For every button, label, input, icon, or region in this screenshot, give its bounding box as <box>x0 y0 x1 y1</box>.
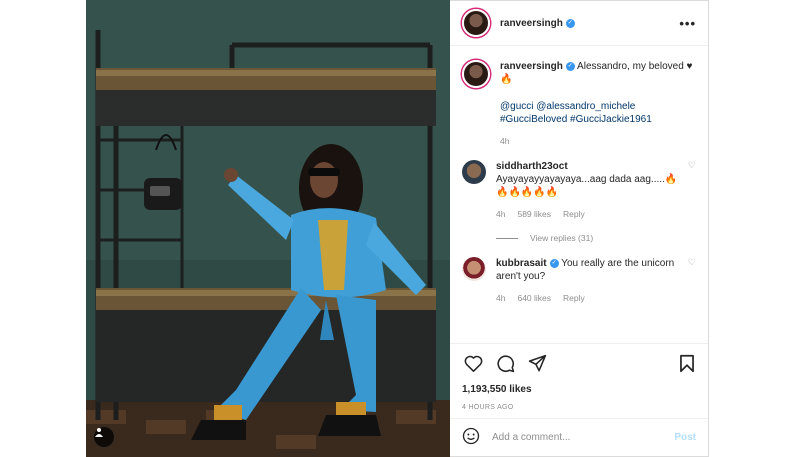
post-timestamp: 4 HOURS AGO <box>462 404 514 411</box>
comment-item: siddharth23oct Ayayayayyayayaya...aag da… <box>462 160 696 219</box>
verified-badge-icon: ✓ <box>565 61 575 71</box>
comment-like-count[interactable]: 640 likes <box>517 293 551 303</box>
comment-reply-button[interactable]: Reply <box>563 293 585 303</box>
commenter-username[interactable]: kubbrasait <box>496 258 547 269</box>
verified-badge-icon: ✓ <box>549 258 559 268</box>
bookmark-icon[interactable] <box>676 352 698 374</box>
author-avatar[interactable] <box>462 9 490 37</box>
caption-timestamp: 4h <box>500 136 510 146</box>
comment-item: kubbrasait ✓ You really are the unicorn a… <box>462 257 696 303</box>
comment-like-count[interactable]: 589 likes <box>517 209 551 219</box>
comment-message: Ayayayayyayayaya...aag dada aag.....🔥🔥🔥🔥… <box>496 174 678 198</box>
comment-like-heart-icon[interactable]: ♡ <box>688 160 696 219</box>
add-comment-bar: Post <box>450 418 708 456</box>
caption-hashtags[interactable]: @gucci @alessandro_michele #GucciBeloved… <box>500 100 696 126</box>
caption-text: ranveersingh ✓ Alessandro, my beloved ♥🔥 <box>500 60 696 86</box>
comment-timestamp: 4h <box>496 209 506 219</box>
caption-author-username[interactable]: ranveersingh <box>500 61 563 72</box>
author-username[interactable]: ranveersingh <box>500 18 563 29</box>
comment-input[interactable] <box>492 432 675 443</box>
more-options-icon[interactable]: ••• <box>679 16 696 31</box>
comment-reply-button[interactable]: Reply <box>563 209 585 219</box>
view-replies-label: View replies (31) <box>530 233 594 243</box>
post-like-count[interactable]: 1,193,550 likes <box>462 384 698 395</box>
replies-divider <box>496 237 518 239</box>
post-side-panel: ranveersingh ✓ ••• ranveersingh ✓ Alessan… <box>450 0 709 457</box>
caption: ranveersingh ✓ Alessandro, my beloved ♥🔥 … <box>462 60 696 146</box>
comments-section: ranveersingh ✓ Alessandro, my beloved ♥🔥 … <box>450 46 708 343</box>
comment-text: kubbrasait ✓ You really are the unicorn a… <box>496 257 680 283</box>
post-actions: 1,193,550 likes 4 HOURS AGO <box>450 343 708 411</box>
verified-badge-icon: ✓ <box>565 18 575 28</box>
comment-timestamp: 4h <box>496 293 506 303</box>
post-comment-button[interactable]: Post <box>674 432 696 443</box>
caption-author-avatar[interactable] <box>462 60 490 88</box>
user-tag-icon <box>95 428 103 437</box>
emoji-icon[interactable] <box>462 427 480 448</box>
commenter-avatar[interactable] <box>462 160 486 184</box>
view-replies-button[interactable]: View replies (31) <box>496 233 696 243</box>
share-icon[interactable] <box>526 352 548 374</box>
commenter-avatar[interactable] <box>462 257 486 281</box>
comment-icon[interactable] <box>494 352 516 374</box>
heart-icon[interactable] <box>462 352 484 374</box>
commenter-username[interactable]: siddharth23oct <box>496 161 568 172</box>
user-tag-button[interactable] <box>94 427 114 447</box>
post-photo[interactable] <box>86 0 450 457</box>
instagram-post: ranveersingh ✓ ••• ranveersingh ✓ Alessan… <box>86 0 709 457</box>
comment-text: siddharth23oct Ayayayayyayayaya...aag da… <box>496 160 680 199</box>
photo-illustration <box>86 0 450 457</box>
post-header: ranveersingh ✓ ••• <box>450 1 708 46</box>
comment-like-heart-icon[interactable]: ♡ <box>688 257 696 303</box>
